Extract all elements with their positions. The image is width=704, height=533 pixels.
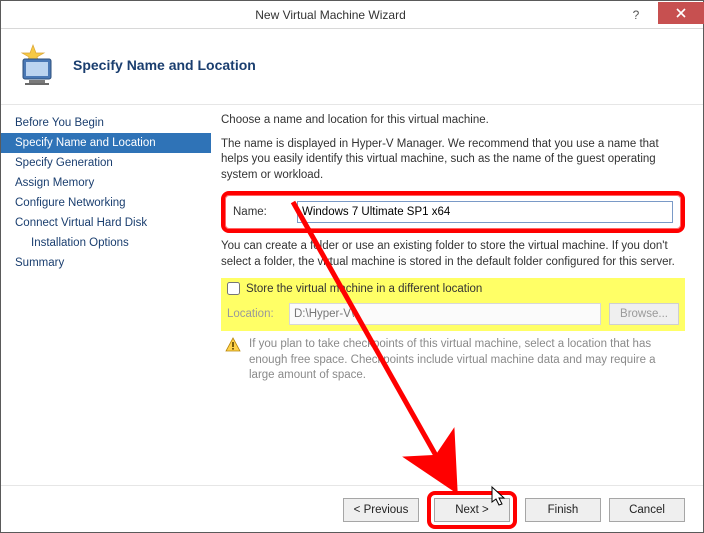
window-title: New Virtual Machine Wizard — [47, 8, 614, 22]
folder-description: You can create a folder or use an existi… — [221, 239, 685, 270]
location-input — [289, 303, 601, 325]
previous-button[interactable]: < Previous — [343, 498, 419, 522]
wizard-header: Specify Name and Location — [1, 29, 703, 105]
name-row-highlight: Name: — [221, 191, 685, 233]
close-button[interactable] — [658, 2, 704, 24]
next-button[interactable]: Next > — [434, 498, 510, 522]
wizard-footer: < Previous Next > Finish Cancel — [1, 485, 703, 533]
warning-icon — [225, 337, 241, 353]
intro-text: Choose a name and location for this virt… — [221, 113, 685, 129]
wizard-sidebar: Before You Begin Specify Name and Locati… — [1, 105, 211, 485]
vm-icon — [15, 43, 63, 87]
browse-button: Browse... — [609, 303, 679, 325]
titlebar: New Virtual Machine Wizard ? — [1, 1, 703, 29]
sidebar-item-connect-vhd[interactable]: Connect Virtual Hard Disk — [1, 213, 211, 233]
sidebar-item-before-you-begin[interactable]: Before You Begin — [1, 113, 211, 133]
page-heading: Specify Name and Location — [73, 57, 256, 73]
location-row: Location: Browse... — [221, 299, 685, 331]
description-text: The name is displayed in Hyper-V Manager… — [221, 137, 685, 184]
help-button[interactable]: ? — [614, 4, 658, 26]
wizard-body: Before You Begin Specify Name and Locati… — [1, 105, 703, 485]
name-label: Name: — [233, 206, 287, 218]
store-location-checkbox[interactable] — [227, 282, 240, 295]
location-label: Location: — [227, 308, 281, 320]
finish-button[interactable]: Finish — [525, 498, 601, 522]
wizard-window: New Virtual Machine Wizard ? Specify Nam… — [0, 0, 704, 533]
store-location-row: Store the virtual machine in a different… — [221, 278, 685, 299]
sidebar-item-summary[interactable]: Summary — [1, 253, 211, 273]
next-button-highlight: Next > — [427, 491, 517, 529]
store-location-label: Store the virtual machine in a different… — [246, 283, 482, 295]
sidebar-item-installation-options[interactable]: Installation Options — [1, 233, 211, 253]
wizard-content: Choose a name and location for this virt… — [211, 105, 703, 485]
cancel-button[interactable]: Cancel — [609, 498, 685, 522]
sidebar-item-assign-memory[interactable]: Assign Memory — [1, 173, 211, 193]
sidebar-item-configure-networking[interactable]: Configure Networking — [1, 193, 211, 213]
warning-text: If you plan to take checkpoints of this … — [249, 337, 681, 384]
sidebar-item-specify-name[interactable]: Specify Name and Location — [1, 133, 211, 153]
name-input[interactable] — [297, 201, 673, 223]
warning-row: If you plan to take checkpoints of this … — [221, 331, 685, 390]
sidebar-item-specify-generation[interactable]: Specify Generation — [1, 153, 211, 173]
